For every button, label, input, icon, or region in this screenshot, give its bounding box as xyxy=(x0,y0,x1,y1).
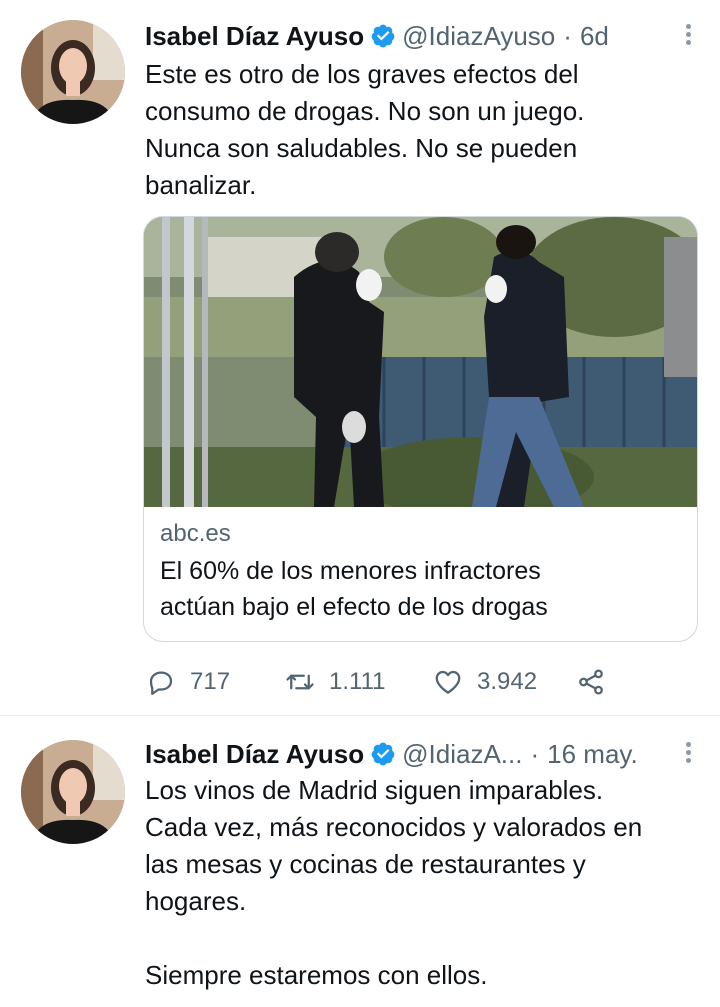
tweet-time[interactable]: 16 may. xyxy=(547,739,638,770)
more-icon[interactable] xyxy=(684,742,692,766)
reply-button[interactable]: 717 xyxy=(146,664,230,700)
separator-dot: · xyxy=(563,20,572,51)
card-image xyxy=(144,217,697,507)
card-domain: abc.es xyxy=(160,520,231,547)
avatar[interactable] xyxy=(21,740,125,844)
tweet-header: Isabel Díaz Ayuso @IdiazAyuso · 6d xyxy=(145,18,609,54)
verified-badge-icon xyxy=(370,23,396,49)
author-name[interactable]: Isabel Díaz Ayuso xyxy=(145,739,364,770)
retweet-icon xyxy=(286,674,314,690)
tweet-time[interactable]: 6d xyxy=(580,21,609,52)
tweet-header: Isabel Díaz Ayuso @IdiazA... · 16 may. xyxy=(145,736,638,772)
author-handle[interactable]: @IdiazA... xyxy=(402,739,522,770)
reply-icon xyxy=(149,671,173,695)
author-handle[interactable]: @IdiazAyuso xyxy=(402,21,555,52)
separator-dot: · xyxy=(530,738,540,769)
author-name[interactable]: Isabel Díaz Ayuso xyxy=(145,21,364,52)
tweet[interactable]: Isabel Díaz Ayuso @IdiazAyuso · 6d Este … xyxy=(0,0,720,716)
avatar[interactable] xyxy=(21,20,125,124)
tweet-actions: 717 1.111 3.942 xyxy=(146,664,626,700)
link-card[interactable]: abc.es El 60% de los menores infractores… xyxy=(143,216,698,642)
more-icon[interactable] xyxy=(684,24,692,48)
tweet[interactable]: Isabel Díaz Ayuso @IdiazA... · 16 may. L… xyxy=(0,716,720,1007)
share-button[interactable] xyxy=(576,664,606,700)
like-button[interactable]: 3.942 xyxy=(433,664,537,700)
tweet-text: Este es otro de los graves efectos del c… xyxy=(145,59,585,200)
like-count: 3.942 xyxy=(477,668,538,695)
card-title: El 60% de los menores infractores actúan… xyxy=(160,557,548,621)
reply-count: 717 xyxy=(190,668,231,695)
verified-badge-icon xyxy=(370,741,396,767)
retweet-count: 1.111 xyxy=(329,668,386,695)
like-icon xyxy=(435,670,461,694)
share-icon xyxy=(579,669,603,695)
retweet-button[interactable]: 1.111 xyxy=(285,664,386,700)
tweet-text: Los vinos de Madrid siguen imparables. C… xyxy=(145,775,643,990)
